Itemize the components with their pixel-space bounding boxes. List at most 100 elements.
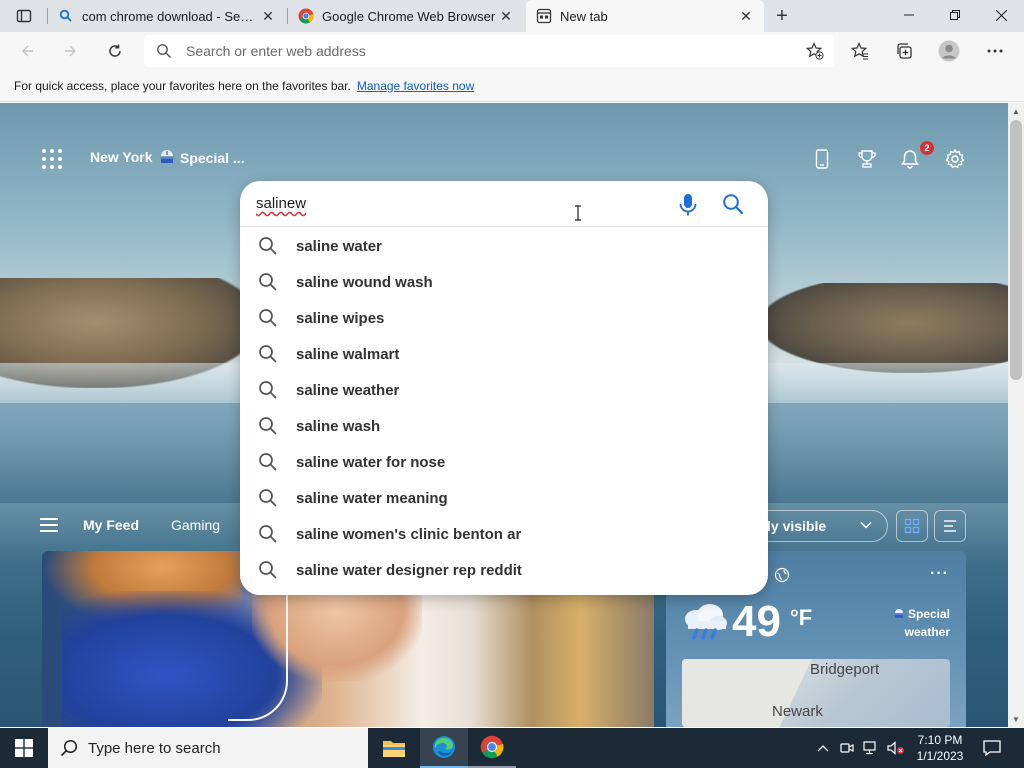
start-button[interactable] (0, 728, 48, 768)
tab-search[interactable]: com chrome download - Search ✕ (48, 0, 286, 32)
scroll-down-arrow-icon[interactable]: ▼ (1008, 712, 1024, 726)
search-icon (258, 308, 278, 328)
search-suggestion[interactable]: saline water designer rep reddit (240, 552, 768, 588)
network-disconnected-icon[interactable] (860, 728, 882, 768)
profile-avatar-icon[interactable] (934, 36, 964, 66)
search-suggestion[interactable]: saline women's clinic benton ar (240, 516, 768, 552)
close-tab-icon[interactable]: ✕ (260, 8, 276, 24)
taskbar-search-input[interactable] (88, 739, 348, 757)
voice-search-mic-icon[interactable] (678, 193, 698, 217)
weather-location[interactable]: New York (90, 149, 153, 165)
restore-button[interactable] (932, 0, 978, 30)
collections-icon[interactable] (889, 36, 919, 66)
search-submit-icon[interactable] (722, 193, 744, 215)
add-favorite-icon[interactable] (805, 42, 824, 60)
search-icon (258, 488, 278, 508)
chrome-icon (298, 8, 314, 24)
volume-muted-icon[interactable] (884, 728, 908, 768)
weather-more-options-icon[interactable]: ··· (930, 565, 949, 583)
search-suggestion[interactable]: saline walmart (240, 336, 768, 372)
taskbar-clock[interactable]: 7:10 PM 1/1/2023 (910, 732, 970, 764)
back-button[interactable] (12, 36, 42, 66)
minimize-button[interactable] (886, 0, 932, 30)
list-view-button[interactable] (934, 510, 966, 542)
tab-chrome[interactable]: Google Chrome Web Browser ✕ (288, 0, 524, 32)
search-input-row[interactable]: salinew (240, 181, 768, 227)
tab-title: com chrome download - Search (82, 8, 260, 24)
feed-tab-gaming[interactable]: Gaming (171, 517, 220, 533)
address-input[interactable] (186, 43, 834, 59)
windows-taskbar: 7:10 PM 1/1/2023 (0, 728, 1024, 768)
address-bar[interactable] (144, 35, 834, 67)
tab-title: New tab (560, 8, 608, 24)
suggestion-text: saline weather (296, 381, 400, 399)
search-icon (156, 42, 174, 60)
feed-tab-my-feed[interactable]: My Feed (83, 517, 139, 533)
content-visibility-value: ly visible (767, 518, 827, 534)
notifications-bell-icon[interactable] (898, 147, 922, 171)
favorites-bar-message: For quick access, place your favorites h… (14, 78, 351, 93)
new-tab-page: New York Special ... 2 My Feed Gaming ly… (0, 103, 1008, 727)
favorites-icon[interactable] (845, 36, 875, 66)
forward-button[interactable] (56, 36, 86, 66)
edge-browser-icon[interactable] (420, 728, 468, 768)
weather-alert-icon (893, 609, 904, 618)
map-city-label: Newark (772, 703, 823, 720)
scrollbar-thumb[interactable] (1010, 120, 1022, 380)
chrome-icon[interactable] (468, 728, 516, 768)
show-hidden-icons-chevron-up-icon[interactable] (812, 728, 834, 768)
suggestion-text: saline wash (296, 417, 381, 435)
notification-center-icon[interactable] (976, 728, 1008, 768)
web-search-box: salinew saline water saline wound wash s… (240, 181, 768, 595)
text-cursor-icon (574, 205, 582, 221)
close-window-button[interactable] (978, 0, 1024, 30)
manage-favorites-link[interactable]: Manage favorites now (357, 79, 474, 93)
suggestion-text: saline water designer rep reddit (296, 561, 522, 579)
globe-icon (774, 567, 790, 583)
search-suggestions-list: saline water saline wound wash saline wi… (240, 228, 768, 588)
search-icon (258, 236, 278, 256)
refresh-button[interactable] (100, 36, 130, 66)
close-tab-icon[interactable]: ✕ (498, 8, 514, 24)
weather-temperature: 49 (732, 597, 781, 646)
file-explorer-icon[interactable] (370, 728, 418, 768)
grid-view-button[interactable] (896, 510, 928, 542)
new-tab-button[interactable]: + (770, 4, 794, 28)
ntp-header: New York Special ... 2 (0, 141, 1008, 173)
chevron-down-icon (859, 518, 873, 535)
search-input[interactable]: salinew (256, 195, 306, 212)
settings-more-icon[interactable] (980, 36, 1010, 66)
weather-unit[interactable]: °F (790, 605, 812, 631)
page-settings-gear-icon[interactable] (943, 147, 967, 171)
weather-alert[interactable]: Special weather (892, 605, 950, 641)
search-suggestion[interactable]: saline wound wash (240, 264, 768, 300)
search-suggestion[interactable]: saline water (240, 228, 768, 264)
feed-menu-icon[interactable] (40, 518, 58, 532)
meet-now-icon[interactable] (836, 728, 858, 768)
notification-count-badge: 2 (920, 141, 934, 155)
app-launcher-icon[interactable] (42, 149, 62, 169)
weather-map[interactable]: Bridgeport Newark (682, 659, 950, 727)
clock-time: 7:10 PM (917, 733, 963, 747)
search-icon (258, 380, 278, 400)
special-weather-link[interactable]: Special ... (158, 147, 245, 168)
taskbar-search-box[interactable] (48, 728, 368, 768)
tab-actions-icon[interactable] (8, 4, 40, 28)
search-suggestion[interactable]: saline water for nose (240, 444, 768, 480)
scroll-up-arrow-icon[interactable]: ▲ (1008, 104, 1024, 118)
search-suggestion[interactable]: saline wipes (240, 300, 768, 336)
weather-alert-line1: Special (892, 605, 950, 623)
search-suggestion[interactable]: saline wash (240, 408, 768, 444)
rewards-trophy-icon[interactable] (855, 147, 879, 171)
suggestion-text: saline wipes (296, 309, 385, 327)
search-icon (258, 272, 278, 292)
search-suggestion[interactable]: saline weather (240, 372, 768, 408)
mobile-phone-icon[interactable] (810, 147, 834, 171)
search-icon (258, 560, 278, 580)
search-suggestion[interactable]: saline water meaning (240, 480, 768, 516)
suggestion-text: saline water meaning (296, 489, 448, 507)
search-icon (258, 416, 278, 436)
rain-cloud-icon (680, 601, 730, 641)
close-tab-icon[interactable]: ✕ (738, 8, 754, 24)
tab-new-tab[interactable]: New tab ✕ (526, 0, 764, 32)
